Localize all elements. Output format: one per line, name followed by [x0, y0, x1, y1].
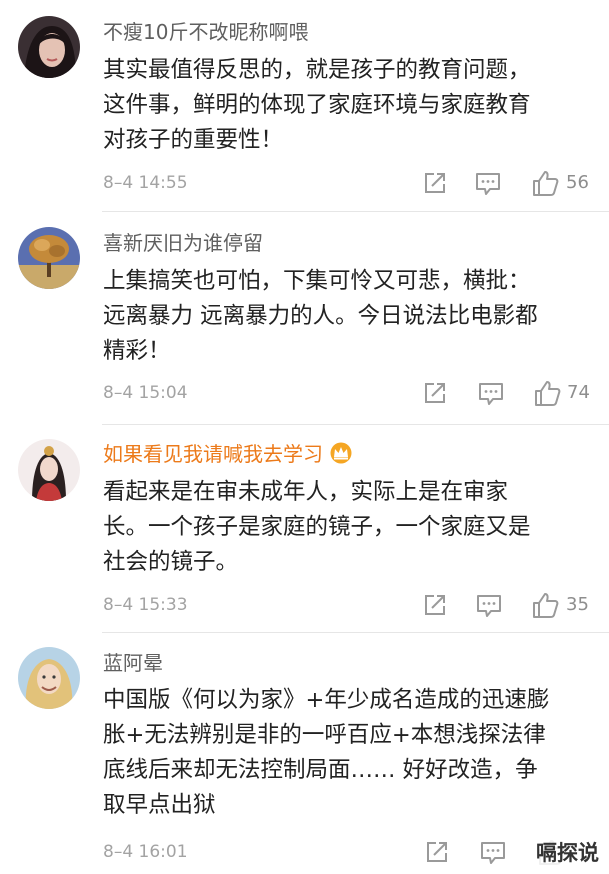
- comment-actions: [0, 837, 609, 867]
- username[interactable]: 蓝阿晕: [103, 650, 163, 676]
- avatar[interactable]: [18, 16, 80, 78]
- crown-icon: [330, 442, 352, 464]
- comment-line: 远离暴力 远离暴力的人。今日说法比电影都: [103, 303, 538, 329]
- watermark-label: 嗝探说: [532, 840, 603, 866]
- thumbs-up-icon[interactable]: [530, 590, 560, 620]
- comment-item: 不瘦10斤不改昵称啊喂 其实最值得反思的，就是孩子的教育问题， 这件事，鲜明的体…: [0, 0, 609, 212]
- comment-line: 其实最值得反思的，就是孩子的教育问题，: [103, 57, 531, 83]
- share-icon[interactable]: [420, 590, 450, 620]
- username[interactable]: 喜新厌旧为谁停留: [103, 230, 263, 256]
- comment-line: 长。一个孩子是家庭的镜子，一个家庭又是: [103, 514, 531, 540]
- comment-text: 看起来是在审未成年人，实际上是在审家 长。一个孩子是家庭的镜子，一个家庭又是 社…: [103, 475, 593, 580]
- username[interactable]: 如果看见我请喊我去学习: [103, 441, 353, 467]
- avatar[interactable]: [18, 647, 80, 709]
- comment-line: 底线后来却无法控制局面…… 好好改造，争: [103, 757, 538, 783]
- comment-line: 中国版《何以为家》+年少成名造成的迅速膨: [103, 687, 550, 713]
- thumbs-up-icon[interactable]: [530, 168, 560, 198]
- comment-item: 蓝阿晕 中国版《何以为家》+年少成名造成的迅速膨 胀+无法辨别是非的一呼百应+本…: [0, 633, 609, 874]
- share-icon[interactable]: [420, 168, 450, 198]
- comment-icon[interactable]: [473, 168, 503, 198]
- avatar[interactable]: [18, 227, 80, 289]
- like-count: 74: [567, 382, 590, 403]
- share-icon[interactable]: [420, 378, 450, 408]
- comment-line: 看起来是在审未成年人，实际上是在审家: [103, 479, 509, 505]
- comment-text: 上集搞笑也可怕，下集可怜又可悲，横批： 远离暴力 远离暴力的人。今日说法比电影都…: [103, 264, 593, 369]
- comment-line: 这件事，鲜明的体现了家庭环境与家庭教育: [103, 92, 531, 118]
- comment-line: 社会的镜子。: [103, 549, 239, 575]
- avatar[interactable]: [18, 439, 80, 501]
- thumbs-up-icon[interactable]: [532, 378, 562, 408]
- comment-text: 中国版《何以为家》+年少成名造成的迅速膨 胀+无法辨别是非的一呼百应+本想浅探法…: [103, 683, 593, 823]
- comment-actions: 74: [0, 378, 609, 408]
- comment-item: 如果看见我请喊我去学习 看起来是在审未成年人，实际上是在审家 长。一个孩子是家庭…: [0, 425, 609, 633]
- like-count: 35: [566, 594, 589, 615]
- username[interactable]: 不瘦10斤不改昵称啊喂: [103, 19, 308, 45]
- share-icon[interactable]: [422, 837, 452, 867]
- comment-actions: 35: [0, 590, 609, 620]
- comment-actions: 56: [0, 168, 609, 198]
- comment-icon[interactable]: [478, 837, 508, 867]
- comment-line: 对孩子的重要性！: [103, 127, 284, 153]
- comment-line: 精彩！: [103, 338, 171, 364]
- comment-text: 其实最值得反思的，就是孩子的教育问题， 这件事，鲜明的体现了家庭环境与家庭教育 …: [103, 53, 593, 158]
- comment-icon[interactable]: [474, 590, 504, 620]
- comment-icon[interactable]: [476, 378, 506, 408]
- comment-line: 胀+无法辨别是非的一呼百应+本想浅探法律: [103, 722, 546, 748]
- like-count: 56: [566, 172, 589, 193]
- comment-line: 取早点出狱: [103, 792, 216, 818]
- username-label: 如果看见我请喊我去学习: [103, 442, 323, 466]
- comment-line: 上集搞笑也可怕，下集可怜又可悲，横批：: [103, 268, 531, 294]
- comment-item: 喜新厌旧为谁停留 上集搞笑也可怕，下集可怜又可悲，横批： 远离暴力 远离暴力的人…: [0, 212, 609, 425]
